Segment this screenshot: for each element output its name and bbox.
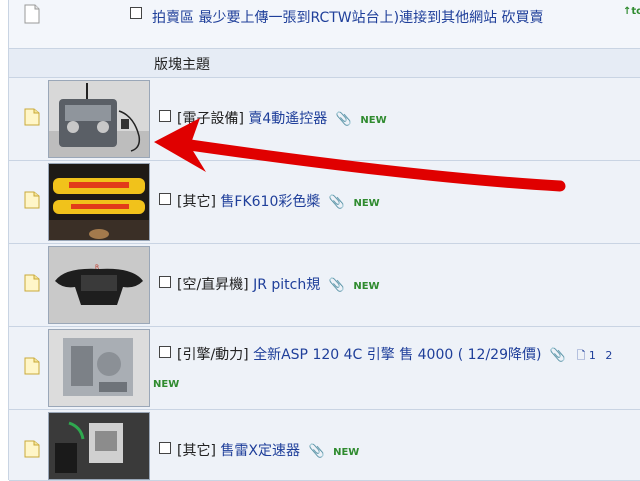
page-link[interactable]: 2	[605, 349, 612, 362]
attachment-clip-icon: 📎	[549, 348, 567, 363]
thumbnail-image[interactable]	[48, 163, 150, 241]
pinned-thread-row: 拍賣區 最少要上傳一張到RCTW站台上)連接到其他網站 砍買賣 ↑to	[9, 0, 640, 49]
folder-icon	[24, 191, 40, 209]
thread-checkbox[interactable]	[159, 346, 171, 358]
folder-icon	[24, 274, 40, 292]
folder-icon	[24, 108, 40, 126]
thread-row: [其它] 售雷X定速器 📎 NEW	[9, 410, 640, 481]
thumbnail-image[interactable]	[48, 329, 150, 407]
document-icon	[24, 4, 40, 24]
thread-checkbox[interactable]	[159, 193, 171, 205]
thread-title[interactable]: JR pitch規	[253, 277, 320, 293]
pinned-thread-title[interactable]: 拍賣區 最少要上傳一張到RCTW站台上)連接到其他網站 砍買賣	[152, 7, 544, 27]
svg-text:R: R	[95, 264, 99, 271]
thread-title[interactable]: 售雷X定速器	[220, 443, 300, 459]
thread-row: [其它] 售FK610彩色槳 📎 NEW	[9, 161, 640, 244]
thread-checkbox[interactable]	[159, 276, 171, 288]
thumbnail-image[interactable]	[48, 412, 150, 480]
thread-line: [其它] 售雷X定速器 📎 NEW	[177, 440, 359, 460]
page-links: 🗋 1 2	[577, 349, 613, 362]
pinned-checkbox[interactable]	[130, 7, 142, 19]
new-badge: NEW	[360, 115, 387, 126]
thumbnail-image[interactable]	[48, 80, 150, 158]
thread-row: [引擎/動力] 全新ASP 120 4C 引擎 售 4000 ( 12/29降價…	[9, 327, 640, 410]
thread-line: [空/直昇機] JR pitch規 📎 NEW	[177, 274, 380, 294]
up-arrow-badge-icon: ↑to	[623, 6, 640, 17]
thread-category[interactable]: [引擎/動力]	[177, 347, 249, 363]
attachment-clip-icon: 📎	[328, 278, 345, 293]
thread-line-wrap: NEW	[153, 375, 179, 391]
thread-checkbox[interactable]	[159, 442, 171, 454]
thread-category[interactable]: [空/直昇機]	[177, 277, 249, 293]
thread-row: R [空/直昇機] JR pitch規 📎 NEW	[9, 244, 640, 327]
folder-icon	[24, 440, 40, 458]
folder-icon	[24, 357, 40, 375]
new-badge: NEW	[353, 281, 380, 292]
new-badge: NEW	[353, 198, 380, 209]
thread-title[interactable]: 賣4動遙控器	[248, 111, 327, 127]
page-link[interactable]: 1	[589, 349, 596, 362]
thumbnail-image[interactable]: R	[48, 246, 150, 324]
thread-line: [引擎/動力] 全新ASP 120 4C 引擎 售 4000 ( 12/29降價…	[177, 344, 612, 366]
attachment-clip-icon: 📎	[308, 444, 325, 459]
thread-line: [其它] 售FK610彩色槳 📎 NEW	[177, 191, 380, 211]
attachment-clip-icon: 📎	[335, 112, 352, 127]
forum-thread-list: 拍賣區 最少要上傳一張到RCTW站台上)連接到其他網站 砍買賣 ↑to 版塊主題	[0, 0, 640, 481]
thread-category[interactable]: [其它]	[177, 194, 216, 210]
attachment-clip-icon: 📎	[328, 195, 345, 210]
thread-checkbox[interactable]	[159, 110, 171, 122]
thread-category[interactable]: [其它]	[177, 443, 216, 459]
new-badge: NEW	[333, 447, 360, 458]
up-badge-text: to	[631, 6, 640, 17]
thread-title[interactable]: 售FK610彩色槳	[220, 194, 320, 210]
thread-row: [電子設備] 賣4動遙控器 📎 NEW	[9, 78, 640, 161]
thread-line: [電子設備] 賣4動遙控器 📎 NEW	[177, 108, 387, 128]
thread-category[interactable]: [電子設備]	[177, 111, 244, 127]
section-header: 版塊主題	[9, 49, 640, 78]
page-icon: 🗋	[576, 349, 586, 362]
new-badge: NEW	[153, 379, 180, 390]
section-title: 版塊主題	[154, 57, 210, 73]
thread-title[interactable]: 全新ASP 120 4C 引擎 售 4000 ( 12/29降價)	[253, 347, 541, 363]
